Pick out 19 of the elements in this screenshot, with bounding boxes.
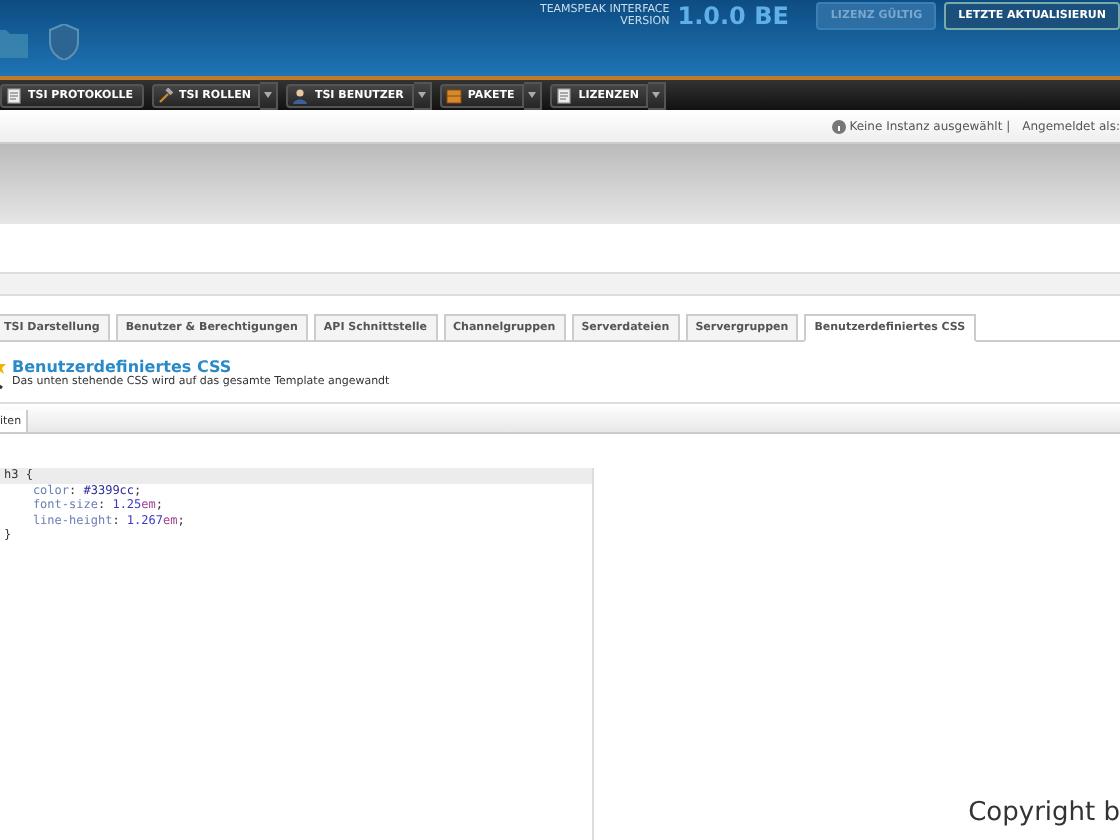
caret-icon	[528, 92, 537, 98]
document-icon	[6, 87, 22, 103]
version-number: 1.0.0 BE	[677, 2, 789, 30]
caret-icon	[264, 92, 273, 98]
document-icon	[556, 87, 573, 103]
dropdown-toggle[interactable]	[648, 81, 667, 109]
dropdown-toggle[interactable]	[524, 81, 543, 109]
dropdown-toggle[interactable]	[260, 81, 279, 109]
section-title: Benutzerdefiniertes CSS	[12, 358, 234, 376]
copyright-text: Copyright b	[968, 798, 1120, 828]
box-icon	[445, 87, 462, 103]
dropdown-toggle[interactable]	[413, 81, 432, 109]
user-icon	[292, 87, 309, 103]
shield-icon	[48, 24, 80, 60]
caret-icon	[417, 92, 426, 98]
hammer-icon	[157, 87, 173, 103]
folder-icon	[0, 26, 28, 58]
info-icon	[831, 119, 846, 133]
caret-icon	[652, 92, 661, 98]
